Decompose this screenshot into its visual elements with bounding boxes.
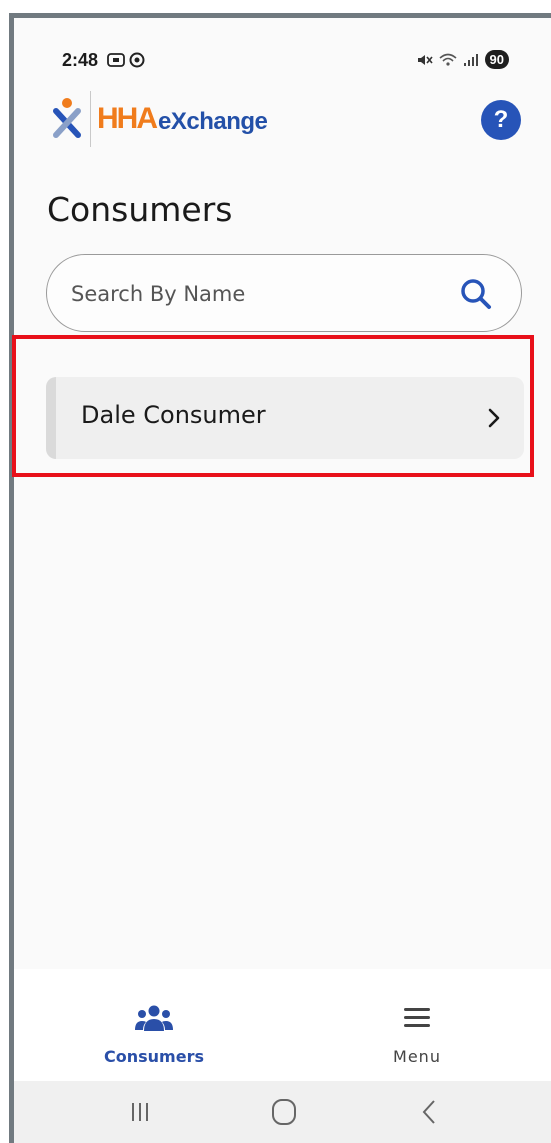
person-logo-icon (53, 98, 81, 138)
phone-screen: 2:48 90 HHA eXchange ? Consumers Search … (14, 18, 551, 1143)
page-title: Consumers (47, 190, 233, 229)
users-icon (135, 1005, 173, 1031)
nav-consumers-label: Consumers (104, 1047, 204, 1066)
search-icon[interactable] (459, 277, 493, 311)
highlight-box (12, 335, 534, 477)
device-frame: 2:48 90 HHA eXchange ? Consumers Search … (0, 0, 551, 1143)
help-button[interactable]: ? (481, 100, 521, 140)
status-bar: 2:48 90 (14, 48, 551, 76)
signal-icon (463, 53, 478, 66)
sync-icon (129, 52, 145, 68)
hamburger-icon (404, 1008, 430, 1027)
status-right-icons: 90 (417, 50, 509, 69)
system-nav-bar (14, 1081, 551, 1143)
back-icon (422, 1100, 435, 1124)
status-left-icons (107, 52, 145, 68)
recent-apps-button[interactable] (110, 1095, 170, 1129)
logo-divider (90, 91, 91, 147)
recent-apps-icon (132, 1103, 148, 1121)
hhaexchange-logo: HHA eXchange (52, 88, 268, 150)
app-header: HHA eXchange ? (14, 88, 551, 152)
nav-menu-label: Menu (393, 1047, 441, 1066)
back-button[interactable] (399, 1095, 459, 1129)
wifi-icon (439, 53, 457, 66)
battery-level: 90 (484, 50, 509, 69)
home-icon (272, 1099, 296, 1125)
logo-hha-text: HHA (97, 102, 158, 135)
home-button[interactable] (254, 1095, 314, 1129)
mute-icon (417, 54, 433, 65)
search-box[interactable] (46, 254, 522, 332)
search-input[interactable] (69, 275, 443, 313)
logo-exchange-text: eXchange (158, 108, 268, 135)
nav-menu[interactable]: Menu (317, 969, 517, 1081)
nav-consumers[interactable]: Consumers (54, 969, 254, 1081)
bottom-nav: Consumers Menu (14, 969, 551, 1081)
status-time: 2:48 (62, 50, 99, 70)
screenshot-icon (107, 53, 125, 67)
